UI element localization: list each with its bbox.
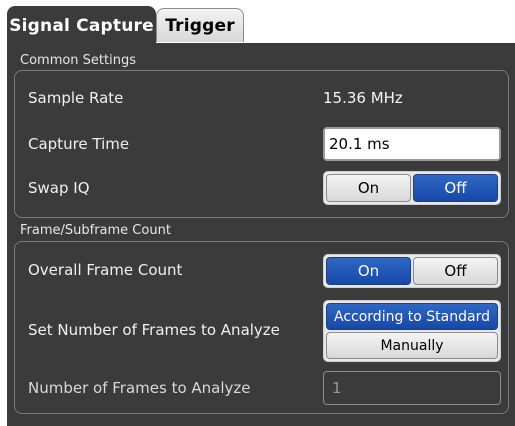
section-title-frame-count: Frame/Subframe Count [20,223,171,238]
capture-time-input[interactable]: 20.1 ms [323,127,501,161]
overall-frame-count-toggle: On Off [323,254,501,288]
sample-rate-value: 15.36 MHz [323,89,403,107]
overall-frame-count-off-button[interactable]: Off [413,257,498,285]
tab-bar: Signal Capture Trigger [0,0,515,44]
according-to-standard-button[interactable]: According to Standard [326,303,498,330]
number-of-frames-label: Number of Frames to Analyze [28,379,251,397]
swap-iq-label: Swap IQ [28,179,90,197]
sample-rate-label: Sample Rate [28,89,124,107]
overall-frame-count-label: Overall Frame Count [28,261,183,279]
swap-iq-off-button[interactable]: Off [413,174,498,202]
set-number-of-frames-selector: According to Standard Manually [323,300,501,362]
section-title-common-settings: Common Settings [20,53,137,68]
set-number-of-frames-label: Set Number of Frames to Analyze [28,321,280,339]
swap-iq-toggle: On Off [323,171,501,205]
overall-frame-count-on-button[interactable]: On [326,257,411,285]
tab-signal-capture[interactable]: Signal Capture [7,6,156,44]
swap-iq-on-button[interactable]: On [326,174,411,202]
manually-button[interactable]: Manually [326,332,498,359]
capture-time-label: Capture Time [28,135,130,153]
settings-panel: Common Settings Sample Rate 15.36 MHz Ca… [7,43,515,426]
tab-trigger[interactable]: Trigger [156,8,244,42]
number-of-frames-input[interactable]: 1 [323,371,501,405]
